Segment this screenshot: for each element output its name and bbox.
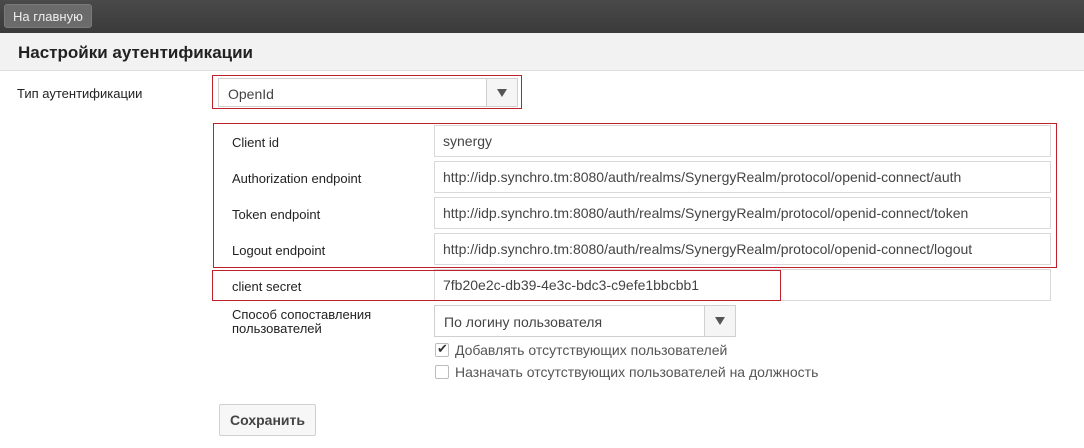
matching-method-select[interactable]: По логину пользователя [434,305,736,337]
assign-missing-users-checkbox[interactable] [435,365,449,379]
chevron-down-icon[interactable] [704,306,735,336]
chevron-down-icon[interactable] [486,79,517,106]
matching-method-label-cont: пользователей [232,321,322,336]
auth-type-label: Тип аутентификации [17,86,143,101]
client-id-label: Client id [232,135,279,150]
page-header: Настройки аутентификации [0,33,1084,71]
logout-endpoint-label: Logout endpoint [232,243,326,258]
logout-endpoint-input[interactable]: http://idp.synchro.tm:8080/auth/realms/S… [434,233,1051,265]
add-missing-users-label: Добавлять отсутствующих пользователей [455,342,728,358]
client-id-input[interactable]: synergy [434,125,1051,157]
authorization-endpoint-label: Authorization endpoint [232,171,362,186]
token-endpoint-label: Token endpoint [232,207,321,222]
matching-method-value: По логину пользователя [444,314,603,330]
add-missing-users-checkbox[interactable]: ✔ [435,341,449,357]
home-button[interactable]: На главную [4,4,92,28]
page-title: Настройки аутентификации [18,43,253,62]
auth-type-select[interactable]: OpenId [218,78,518,107]
matching-method-label: Способ сопоставления [232,307,372,322]
check-icon: ✔ [437,341,448,356]
assign-missing-users-label: Назначать отсутствующих пользователей на… [455,364,819,380]
authorization-endpoint-input[interactable]: http://idp.synchro.tm:8080/auth/realms/S… [434,161,1051,193]
client-secret-label: client secret [232,279,302,294]
top-bar: На главную [0,0,1084,33]
save-button[interactable]: Сохранить [219,404,316,436]
auth-type-value: OpenId [228,86,274,102]
token-endpoint-input[interactable]: http://idp.synchro.tm:8080/auth/realms/S… [434,197,1051,229]
